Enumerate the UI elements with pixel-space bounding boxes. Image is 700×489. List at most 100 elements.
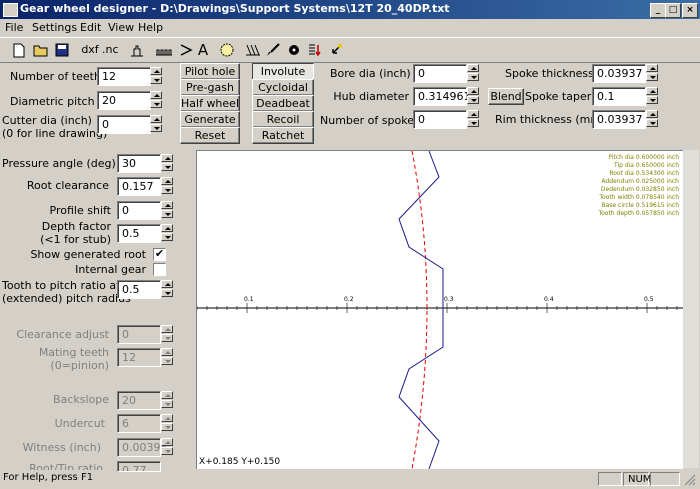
undercut-label: Undercut — [54, 417, 105, 430]
tick-label-5: 0.5 — [644, 296, 654, 303]
cutter-dia-spinner[interactable] — [150, 115, 162, 132]
sort-down-icon[interactable] — [306, 41, 322, 59]
maximize-button[interactable]: □ — [665, 3, 681, 18]
cursor-coordinates: X+0.185 Y+0.150 — [199, 457, 280, 467]
pointer-arrow-icon[interactable] — [328, 41, 344, 59]
open-folder-icon[interactable] — [32, 41, 50, 59]
root-tip-ratio-label: Root/Tip ratio — [29, 462, 103, 470]
spoke-thickness-spinner[interactable] — [646, 64, 658, 81]
number-of-teeth-spinner[interactable] — [150, 67, 162, 84]
info-pitch-dia: Pitch dia 0.600000 inch — [608, 154, 679, 161]
info-addendum: Addendum 0.025000 inch — [601, 178, 679, 185]
clearance-adjust-label: Clearance adjust — [16, 328, 109, 341]
pilot-hole-button[interactable]: Pilot hole — [180, 63, 240, 80]
export-nc-button[interactable]: .nc — [102, 41, 119, 59]
mating-teeth-hint: (0=pinion) — [50, 359, 109, 372]
deadbeat-button[interactable]: Deadbeat — [252, 95, 314, 112]
menu-help[interactable]: Help — [138, 21, 163, 34]
witness-spinner — [161, 438, 173, 455]
cycloidal-button[interactable]: Cycloidal — [252, 79, 314, 96]
minimize-button[interactable]: _ — [650, 3, 666, 18]
pressure-angle-spinner[interactable] — [161, 154, 173, 171]
backslope-spinner — [161, 391, 173, 408]
backslope-label: Backslope — [53, 393, 109, 406]
spoke-thickness-input[interactable]: 0.03937 — [592, 64, 646, 83]
resize-grip-icon[interactable] — [684, 474, 698, 486]
hub-diameter-input[interactable]: 0.314961 — [413, 87, 471, 106]
status-help-text: For Help, press F1 — [3, 472, 94, 483]
save-icon[interactable] — [54, 41, 70, 59]
involute-button[interactable]: Involute — [252, 63, 314, 80]
tooth-single-icon[interactable] — [128, 41, 146, 59]
canvas-scrollbar[interactable] — [683, 150, 699, 468]
text-tool-icon[interactable]: A — [196, 41, 210, 59]
number-of-teeth-label: Number of teeth — [10, 70, 101, 83]
menu-settings[interactable]: Settings — [32, 21, 77, 34]
pressure-angle-label: Pressure angle (deg) — [2, 157, 116, 170]
title-bar: Gear wheel designer - D:\Drawings\Suppor… — [0, 0, 700, 19]
root-clearance-label: Root clearance — [26, 179, 109, 192]
blend-button[interactable]: Blend — [488, 88, 524, 105]
gear-tooth-profile — [398, 151, 444, 469]
tooth-pitch-ratio-input[interactable]: 0.5 — [117, 280, 161, 299]
number-of-teeth-input[interactable]: 12 — [97, 67, 151, 86]
bore-dia-spinner[interactable] — [467, 64, 479, 81]
cutter-dia-input[interactable]: 0 — [97, 115, 151, 134]
rack-icon[interactable] — [154, 41, 174, 59]
info-tip-dia: Tip dia 0.650000 inch — [613, 162, 679, 169]
menu-view[interactable]: View — [108, 21, 134, 34]
spoke-taper-spinner[interactable] — [646, 87, 658, 104]
grid-circle-icon[interactable] — [218, 41, 236, 59]
recoil-button[interactable]: Recoil — [252, 111, 314, 128]
generate-button[interactable]: Generate — [180, 111, 240, 128]
gear-icon[interactable] — [286, 41, 302, 59]
bore-dia-input[interactable]: 0 — [413, 64, 467, 83]
tooth-pitch-ratio-spinner[interactable] — [161, 280, 173, 297]
diametric-pitch-input[interactable]: 20 — [97, 91, 151, 110]
tick-label-3: 0.3 — [444, 296, 454, 303]
rim-thickness-spinner[interactable] — [646, 110, 658, 127]
rim-thickness-input[interactable]: 0.03937 — [592, 110, 646, 129]
rim-thickness-label: Rim thickness (mm) — [495, 113, 606, 126]
angle-tool-icon[interactable] — [178, 41, 194, 59]
number-of-spokes-input[interactable]: 0 — [413, 110, 467, 129]
status-panel-caps — [598, 472, 622, 486]
depth-factor-input[interactable]: 0.5 — [117, 224, 161, 243]
cutter-dia-hint: (0 for line drawing) — [2, 127, 108, 140]
new-file-icon[interactable] — [12, 41, 26, 59]
menu-file[interactable]: File — [5, 21, 23, 34]
pre-gash-button[interactable]: Pre-gash — [180, 79, 240, 96]
show-generated-root-checkbox[interactable]: ✔ — [153, 248, 166, 261]
app-icon — [3, 3, 18, 17]
root-clearance-spinner[interactable] — [161, 177, 173, 194]
drawing-canvas[interactable]: 0.1 0.2 0.3 0.4 0.5 Pitch dia 0.600000 i… — [196, 150, 683, 469]
brush-icon[interactable] — [264, 41, 282, 59]
info-tooth-depth: Tooth depth 0.057850 inch — [597, 210, 679, 217]
menu-bar: File Settings Edit View Help — [0, 19, 700, 37]
pressure-angle-input[interactable]: 30 — [117, 154, 161, 173]
profile-shift-input[interactable]: 0 — [117, 201, 161, 220]
info-base-circle: Base circle 0.519615 inch — [602, 202, 680, 209]
tick-label-1: 0.1 — [244, 296, 254, 303]
profile-shift-spinner[interactable] — [161, 201, 173, 218]
menu-edit[interactable]: Edit — [80, 21, 101, 34]
export-dxf-button[interactable]: dxf — [80, 41, 100, 59]
hub-diameter-spinner[interactable] — [467, 87, 479, 104]
half-wheel-button[interactable]: Half wheel — [180, 95, 240, 112]
cutter-dia-label: Cutter dia (inch) — [2, 114, 92, 127]
ratchet-button[interactable]: Ratchet — [252, 127, 314, 144]
spoke-taper-input[interactable]: 0.1 — [592, 87, 646, 106]
gear-drawing: 0.1 0.2 0.3 0.4 0.5 Pitch dia 0.600000 i… — [197, 151, 683, 469]
status-panel-scroll — [650, 472, 680, 486]
close-button[interactable]: × — [682, 3, 698, 18]
diametric-pitch-spinner[interactable] — [150, 91, 162, 108]
reset-button[interactable]: Reset — [180, 127, 240, 144]
depth-factor-spinner[interactable] — [161, 224, 173, 241]
internal-gear-label: Internal gear — [75, 263, 146, 276]
pitch-circle — [411, 151, 428, 469]
internal-gear-checkbox[interactable] — [153, 263, 166, 276]
number-of-spokes-spinner[interactable] — [467, 110, 479, 127]
root-clearance-input[interactable]: 0.157 — [117, 177, 161, 196]
hatch-icon[interactable] — [244, 41, 262, 59]
info-root-dia: Root dia 0.534300 inch — [609, 170, 679, 177]
